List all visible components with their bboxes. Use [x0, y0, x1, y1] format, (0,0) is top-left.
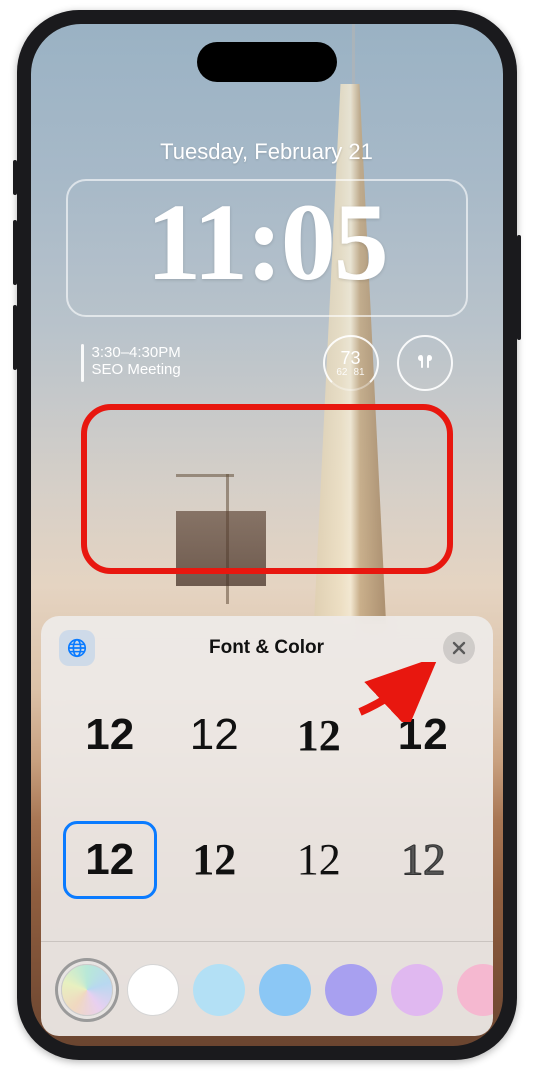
font-option-f1[interactable]: 12 [63, 696, 158, 774]
weather-widget[interactable]: 73 62 81 [323, 335, 379, 391]
lockscreen-date[interactable]: Tuesday, February 21 [31, 139, 503, 165]
font-color-panel: Font & Color 1212121212121212 [41, 616, 493, 1036]
widget-row[interactable]: 3:30–4:30PM SEO Meeting 73 62 81 [81, 335, 453, 391]
color-swatch-white[interactable] [127, 964, 179, 1016]
close-button[interactable] [443, 632, 475, 664]
calendar-accent-bar [81, 344, 84, 382]
color-row [41, 948, 493, 1036]
globe-button[interactable] [59, 630, 95, 666]
volume-up-button[interactable] [13, 220, 17, 285]
font-grid: 1212121212121212 [41, 674, 493, 935]
panel-divider [41, 941, 493, 942]
color-swatch-light-blue[interactable] [193, 964, 245, 1016]
mute-switch[interactable] [13, 160, 17, 195]
airpods-widget[interactable] [397, 335, 453, 391]
dynamic-island [197, 42, 337, 82]
annotation-highlight-box [81, 404, 453, 574]
color-swatch-purple[interactable] [325, 964, 377, 1016]
weather-range: 62 81 [336, 367, 364, 378]
iphone-frame: Tuesday, February 21 11:05 3:30–4:30PM S… [17, 10, 517, 1060]
font-option-f8[interactable]: 12 [376, 821, 471, 899]
weather-high: 81 [354, 367, 365, 378]
font-option-f5[interactable]: 12 [63, 821, 158, 899]
clock-edit-frame[interactable]: 11:05 [66, 179, 468, 317]
panel-title: Font & Color [41, 637, 493, 659]
airpods-icon [413, 351, 437, 375]
font-option-f3[interactable]: 12 [272, 696, 367, 774]
calendar-time: 3:30–4:30PM [92, 344, 181, 361]
screen: Tuesday, February 21 11:05 3:30–4:30PM S… [31, 24, 503, 1046]
font-option-f4[interactable]: 12 [376, 696, 471, 774]
close-icon [452, 641, 466, 655]
calendar-title: SEO Meeting [92, 361, 181, 378]
color-swatch-pink[interactable] [457, 964, 493, 1016]
volume-down-button[interactable] [13, 305, 17, 370]
font-option-f7[interactable]: 12 [272, 821, 367, 899]
calendar-widget[interactable]: 3:30–4:30PM SEO Meeting [81, 344, 305, 382]
globe-icon [66, 637, 88, 659]
color-swatch-lavender[interactable] [391, 964, 443, 1016]
power-button[interactable] [517, 235, 521, 340]
font-option-f6[interactable]: 12 [167, 821, 262, 899]
font-option-f2[interactable]: 12 [167, 696, 262, 774]
weather-temp: 73 [340, 349, 360, 367]
color-swatch-blue[interactable] [259, 964, 311, 1016]
panel-header: Font & Color [41, 616, 493, 674]
lockscreen-time: 11:05 [72, 187, 462, 297]
color-swatch-rainbow[interactable] [61, 964, 113, 1016]
weather-low: 62 [336, 367, 347, 378]
